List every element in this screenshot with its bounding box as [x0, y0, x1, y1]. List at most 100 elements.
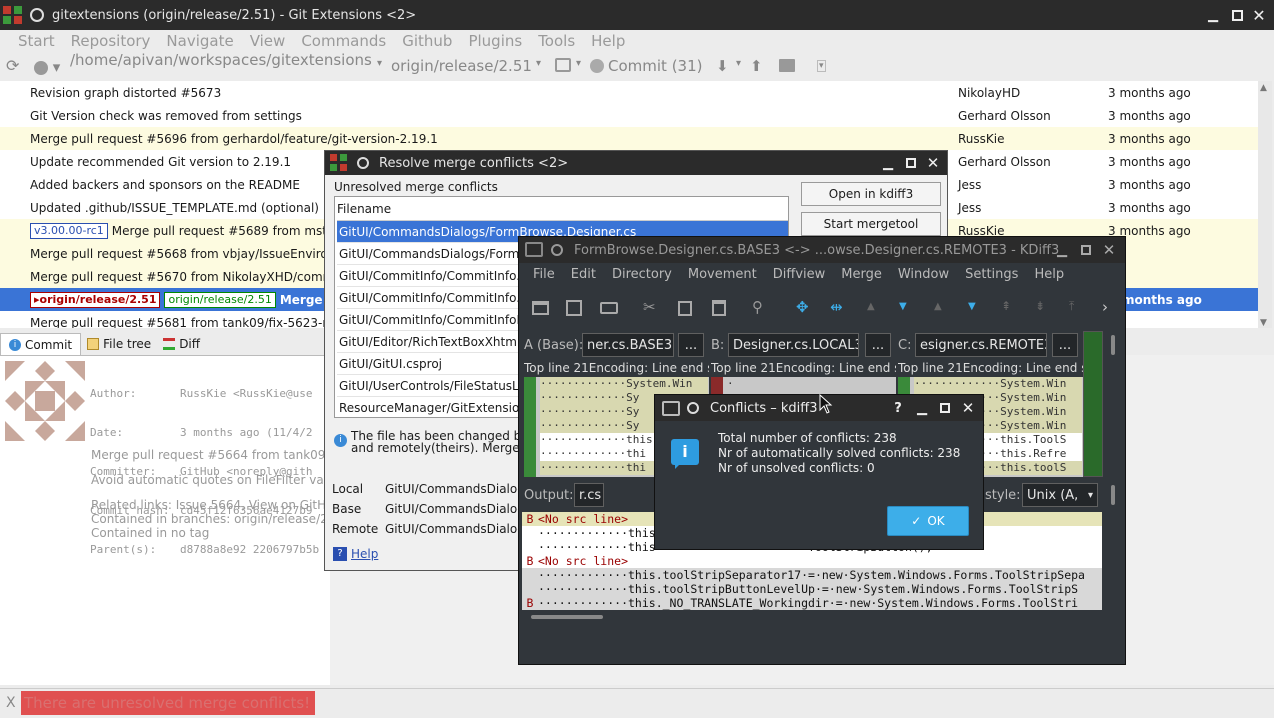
- search-icon[interactable]: ⚲: [752, 298, 763, 316]
- settings-dropdown-icon[interactable]: ▾: [34, 58, 64, 76]
- commit-author: Gerhard Olsson: [958, 108, 1051, 123]
- goto-current-icon[interactable]: ✥: [796, 298, 809, 316]
- menu-tools[interactable]: Tools: [530, 32, 583, 50]
- minimize-button[interactable]: ▁: [1204, 6, 1222, 24]
- menu-commands[interactable]: Commands: [293, 32, 394, 50]
- c-remote-field[interactable]: esigner.cs.REMOTE3: [915, 333, 1047, 357]
- menu-navigate[interactable]: Navigate: [158, 32, 241, 50]
- refresh-icon[interactable]: ⟳: [6, 56, 26, 76]
- a-browse-button[interactable]: ...: [678, 333, 704, 357]
- c-browse-button[interactable]: ...: [1052, 333, 1078, 357]
- pull-dropdown-icon[interactable]: ▾: [736, 58, 741, 69]
- close-button[interactable]: ✕: [924, 154, 942, 172]
- tab-commit[interactable]: i Commit: [0, 333, 82, 355]
- prev-conflict-icon[interactable]: ▲: [934, 301, 942, 312]
- scrollbar-thumb[interactable]: [1111, 335, 1115, 355]
- close-button[interactable]: ✕: [959, 399, 977, 417]
- minimize-button[interactable]: ▁: [913, 399, 931, 417]
- prev-unsolved-icon[interactable]: ⇞: [1001, 299, 1011, 313]
- maximize-button[interactable]: [936, 399, 954, 417]
- menu-view[interactable]: View: [242, 32, 294, 50]
- menu-settings[interactable]: Settings: [957, 267, 1026, 282]
- menu-movement[interactable]: Movement: [680, 267, 765, 282]
- maximize-button[interactable]: [1077, 241, 1095, 259]
- close-button[interactable]: ✕: [1100, 241, 1118, 259]
- filename-column-header[interactable]: Filename: [337, 199, 788, 221]
- maximize-button[interactable]: [1228, 6, 1246, 24]
- open-in-kdiff3-button[interactable]: Open in kdiff3: [801, 182, 941, 206]
- cut-icon[interactable]: ✂: [643, 298, 656, 316]
- help-button[interactable]: ?: [889, 399, 907, 417]
- menu-edit[interactable]: Edit: [563, 267, 604, 282]
- menu-window[interactable]: Window: [890, 267, 957, 282]
- close-button[interactable]: ✕: [1250, 6, 1268, 25]
- paste-icon[interactable]: [712, 300, 726, 316]
- pull-icon[interactable]: ⬇: [716, 57, 729, 75]
- table-row[interactable]: Git Version check was removed from setti…: [0, 104, 1258, 127]
- minimize-button[interactable]: ▁: [1053, 241, 1071, 259]
- related-links[interactable]: Related links: Issue 5664, View on GitHu…: [91, 498, 339, 512]
- push-icon[interactable]: ⬆: [750, 57, 763, 75]
- print-icon[interactable]: [600, 302, 618, 314]
- menu-github[interactable]: Github: [394, 32, 460, 50]
- b-browse-button[interactable]: ...: [865, 333, 891, 357]
- next-conflict-icon[interactable]: ▼: [968, 301, 976, 312]
- commit-button[interactable]: Commit (31): [590, 57, 702, 75]
- menu-directory[interactable]: Directory: [604, 267, 680, 282]
- ok-button[interactable]: ✓ OK: [887, 506, 969, 536]
- stash-dropdown-icon[interactable]: ▾: [576, 58, 581, 69]
- output-label: Output:: [524, 488, 574, 503]
- window-menu-icon[interactable]: [357, 157, 369, 169]
- menu-diffview[interactable]: Diffview: [765, 267, 834, 282]
- tab-diff[interactable]: Diff: [157, 333, 206, 355]
- scrollbar-thumb[interactable]: [1111, 485, 1115, 505]
- overview-ruler[interactable]: [1083, 331, 1103, 477]
- goto-diff-icon[interactable]: ⇹: [830, 298, 843, 316]
- maximize-button[interactable]: [902, 154, 920, 172]
- more-tools-icon[interactable]: ›: [1102, 298, 1108, 316]
- menu-repository[interactable]: Repository: [63, 32, 159, 50]
- table-row[interactable]: Merge pull request #5696 from gerhardol/…: [0, 127, 1258, 150]
- repository-path[interactable]: /home/apivan/workspaces/gitextensions: [70, 51, 375, 71]
- console-icon[interactable]: [779, 59, 795, 72]
- table-row[interactable]: Revision graph distorted #5673 NikolayHD…: [0, 81, 1258, 104]
- horizontal-scrollbar-thumb[interactable]: [531, 615, 603, 619]
- menu-help[interactable]: Help: [1026, 267, 1072, 282]
- menu-help[interactable]: Help: [583, 32, 633, 50]
- menu-plugins[interactable]: Plugins: [460, 32, 530, 50]
- menu-merge[interactable]: Merge: [833, 267, 890, 282]
- next-unsolved-icon[interactable]: ⇟: [1035, 299, 1045, 313]
- line-end-style-select[interactable]: Unix (A, ▾: [1022, 483, 1098, 507]
- path-dropdown-icon[interactable]: ▾: [377, 58, 382, 69]
- b-local-field[interactable]: Designer.cs.LOCAL3: [728, 333, 859, 357]
- copy-icon[interactable]: [678, 301, 692, 316]
- author-value[interactable]: RussKie <RussKie@use: [180, 387, 312, 400]
- parents-value[interactable]: d8788a8e92 2206797b5b: [180, 543, 319, 556]
- window-menu-icon[interactable]: [30, 8, 44, 22]
- save-icon[interactable]: [566, 300, 582, 316]
- commit-message: Updated .github/ISSUE_TEMPLATE.md (optio…: [30, 200, 319, 215]
- output-field[interactable]: r.cs: [574, 483, 604, 507]
- window-menu-icon[interactable]: [687, 402, 699, 414]
- toolbar-overflow-icon[interactable]: ▾: [817, 60, 826, 72]
- menu-start[interactable]: Start: [10, 32, 63, 50]
- prev-delta-icon[interactable]: ▲: [867, 301, 875, 312]
- branch-selector[interactable]: origin/release/2.51: [391, 57, 532, 75]
- scroll-down-icon[interactable]: ▼: [1260, 318, 1267, 328]
- dismiss-status-button[interactable]: X: [6, 695, 16, 711]
- minimize-button[interactable]: ▁: [879, 154, 897, 172]
- tab-file-tree[interactable]: File tree: [81, 333, 157, 355]
- menu-file[interactable]: File: [525, 267, 563, 282]
- commit-date: 3 months ago: [1108, 85, 1191, 100]
- first-icon[interactable]: ⤒: [1069, 299, 1074, 314]
- a-base-field[interactable]: ner.cs.BASE3: [582, 333, 674, 357]
- start-mergetool-button[interactable]: Start mergetool: [801, 212, 941, 236]
- window-menu-icon[interactable]: [551, 244, 563, 256]
- next-delta-icon[interactable]: ▼: [899, 301, 907, 312]
- scroll-up-icon[interactable]: ▲: [1260, 83, 1267, 93]
- help-link[interactable]: ? Help: [333, 547, 378, 561]
- branch-dropdown-icon[interactable]: ▾: [536, 58, 541, 69]
- revision-grid-scrollbar[interactable]: ▲ ▼: [1258, 81, 1272, 328]
- stash-icon[interactable]: [555, 58, 571, 72]
- open-icon[interactable]: [532, 301, 549, 315]
